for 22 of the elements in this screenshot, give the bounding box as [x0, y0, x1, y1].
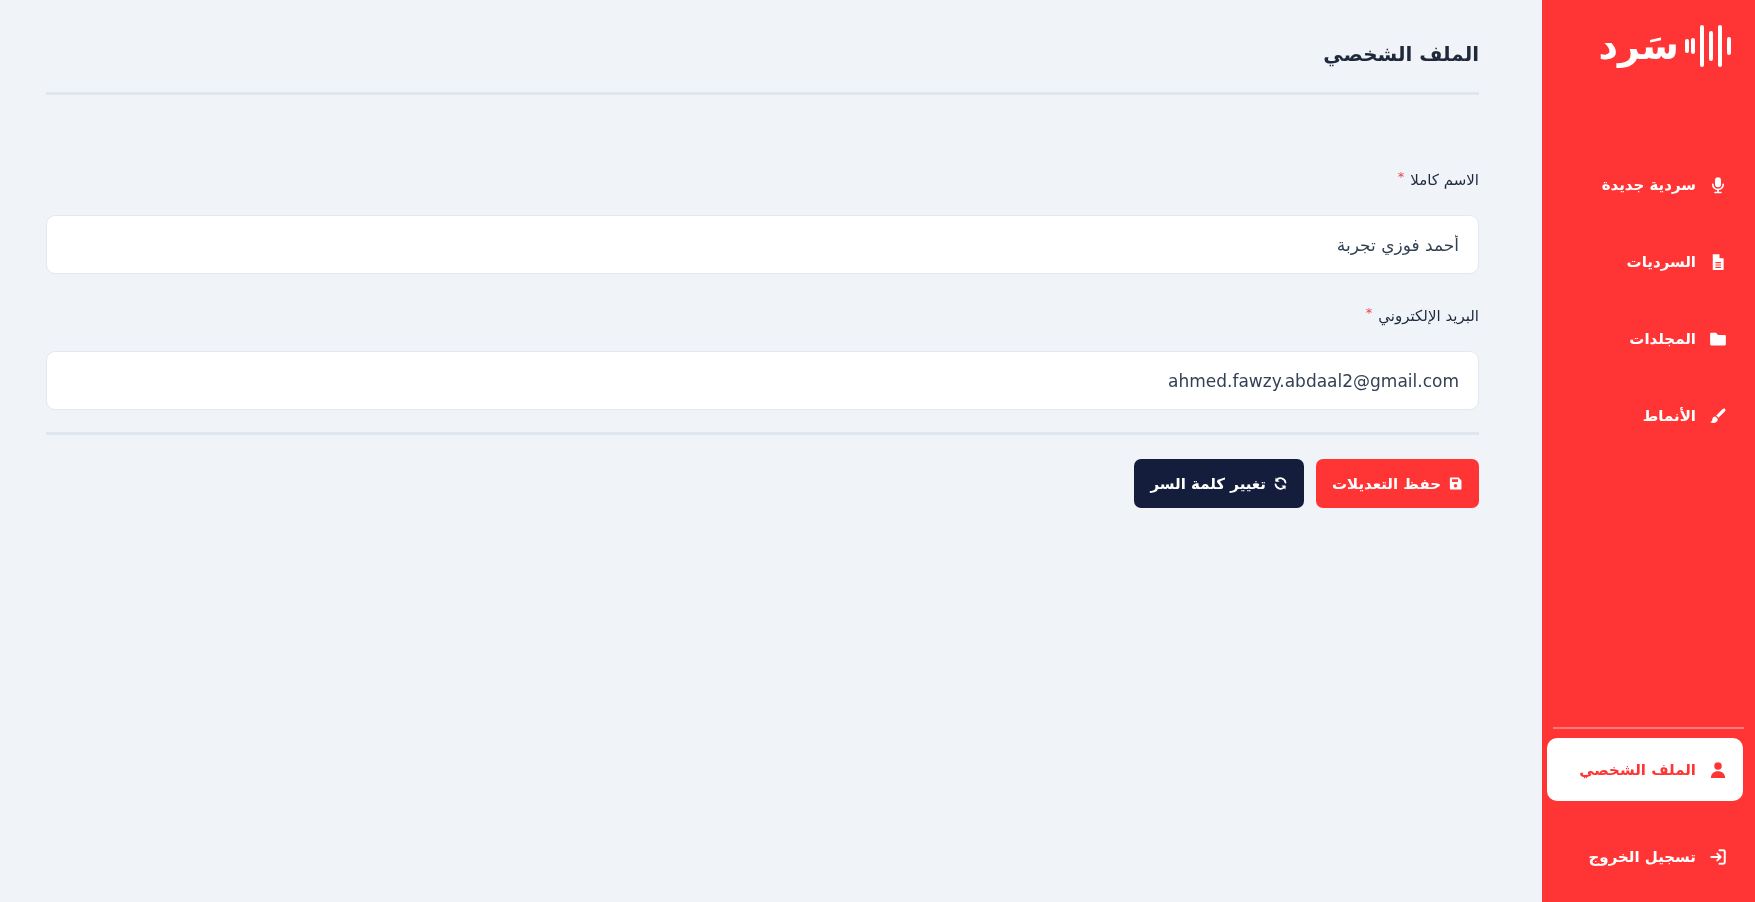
folder-icon: [1709, 330, 1727, 348]
save-button[interactable]: حفظ التعديلات: [1316, 459, 1479, 508]
paintbrush-icon: [1709, 407, 1727, 425]
nav-item[interactable]: السرديات: [1542, 234, 1755, 290]
nav-item[interactable]: الملف الشخصي: [1547, 738, 1743, 801]
person-icon: [1709, 760, 1727, 779]
page-title: الملف الشخصي: [1322, 41, 1479, 69]
text-field[interactable]: ahmed.fawzy.abdaal2@gmail.com: [46, 351, 1479, 410]
circular-arrows-icon: [1273, 476, 1288, 491]
nav-item[interactable]: الأنماط: [1542, 388, 1755, 444]
logo-text: سَرد: [1598, 23, 1679, 69]
required-asterisk: *: [1365, 306, 1373, 319]
change-password-button[interactable]: تغيير كلمة السر: [1134, 459, 1304, 508]
nav-item[interactable]: المجلدات: [1542, 311, 1755, 367]
field-label: الاسم كاملا: [1410, 170, 1479, 191]
waveform-icon: [1685, 23, 1732, 69]
microphone-icon: [1709, 176, 1727, 194]
logout-link[interactable]: تسجيل الخروج: [1542, 829, 1755, 885]
nav-item[interactable]: سردية جديدة: [1542, 157, 1755, 213]
arrow-bracket-icon: [1709, 848, 1727, 866]
required-asterisk: *: [1397, 170, 1405, 183]
field-label: البريد الإلكتروني: [1378, 306, 1479, 328]
